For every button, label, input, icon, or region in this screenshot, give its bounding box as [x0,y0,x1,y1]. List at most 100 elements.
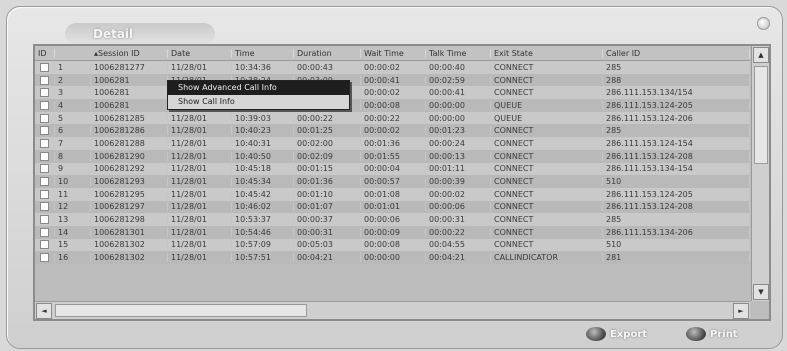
cell-talk-time: 00:04:21 [426,253,491,263]
cell-wait-time: 00:01:08 [361,189,426,199]
scroll-right-button[interactable]: ► [733,303,749,319]
scroll-up-button[interactable]: ▲ [753,47,769,63]
checkbox-icon[interactable] [40,253,49,263]
cell-id: 6 [55,126,91,136]
column-header-id[interactable]: ID [35,48,55,58]
table-row[interactable]: 5 1006281285 11/28/01 10:39:03 00:00:22 00:00… [35,111,750,125]
table-row[interactable]: 16 1006281302 11/28/01 10:57:51 00:04:21 00:0… [35,251,750,264]
scroll-left-button[interactable]: ◄ [36,303,52,319]
horizontal-scroll-thumb[interactable] [55,304,307,317]
column-header-exit-state[interactable]: Exit State [491,48,603,58]
checkbox-icon[interactable] [40,164,49,174]
row-select-checkbox[interactable] [35,202,55,212]
checkbox-icon[interactable] [40,126,49,136]
row-select-checkbox[interactable] [35,253,55,263]
row-select-checkbox[interactable] [35,177,55,187]
cell-caller-id: 281 [603,253,750,263]
row-select-checkbox[interactable] [35,215,55,225]
print-button[interactable]: Print [686,325,738,343]
cell-exit-state: CONNECT [491,151,603,161]
cell-talk-time: 00:00:13 [426,151,491,161]
row-select-checkbox[interactable] [35,227,55,237]
cell-date: 11/28/01 [168,215,232,225]
checkbox-icon[interactable] [40,75,49,85]
cell-session-id: 1006281288 [91,138,168,148]
cell-exit-state: CONNECT [491,164,603,174]
table-row[interactable]: 15 1006281302 11/28/01 10:57:09 00:05:03 00:0… [35,238,750,252]
row-select-checkbox[interactable] [35,113,55,123]
vertical-scrollbar[interactable]: ▲ ▼ [751,46,769,301]
menu-item-show-call-info[interactable]: Show Call Info [168,95,349,109]
checkbox-icon[interactable] [40,113,49,123]
cell-wait-time: 00:00:08 [361,100,426,110]
cell-talk-time: 00:02:59 [426,75,491,85]
cell-time: 10:53:37 [232,215,294,225]
column-header-talk-time[interactable]: Talk Time [426,48,491,58]
vertical-scroll-thumb[interactable] [754,66,768,164]
row-select-checkbox[interactable] [35,189,55,199]
table-row[interactable]: 6 1006281286 11/28/01 10:40:23 00:01:25 00:00… [35,124,750,138]
cell-time: 10:54:46 [232,227,294,237]
export-button[interactable]: Export [586,325,647,343]
column-header-duration[interactable]: Duration [294,48,361,58]
table-row[interactable]: 10 1006281293 11/28/01 10:45:34 00:01:36 00:0… [35,175,750,188]
table-row[interactable]: 3100628111/28/0110:38:2400:00:5300:00:02… [35,86,750,100]
cell-date: 11/28/01 [168,113,232,123]
checkbox-icon[interactable] [40,240,49,250]
table-row[interactable]: 13 1006281298 11/28/01 10:53:37 00:00:37 00:0… [35,213,750,226]
cell-talk-time: 00:01:11 [426,164,491,174]
checkbox-icon[interactable] [40,189,49,199]
row-select-checkbox[interactable] [35,100,55,110]
cell-id: 3 [55,88,91,98]
checkbox-icon[interactable] [40,202,49,212]
checkbox-icon[interactable] [40,151,49,161]
row-select-checkbox[interactable] [35,151,55,161]
column-header-caller-id[interactable]: Caller ID [603,48,750,58]
cell-caller-id: 285 [603,62,750,72]
checkbox-icon[interactable] [40,100,49,110]
table-row[interactable]: 1 1006281277 11/28/01 10:34:36 00:00:43 00:00… [35,61,750,74]
table-row[interactable]: 4100628111/28/0110:38:2400:00:0800:00:08… [35,99,750,112]
checkbox-icon[interactable] [40,138,49,148]
row-select-checkbox[interactable] [35,62,55,72]
cell-exit-state: CONNECT [491,126,603,136]
table-row[interactable]: 8 1006281290 11/28/01 10:40:50 00:02:09 00:01… [35,149,750,163]
cell-session-id: 1006281298 [91,215,168,225]
grid-viewport: ID ▴Session ID Date Time Duration Wait T… [35,46,750,301]
panel-knob-icon[interactable] [757,17,770,30]
table-row[interactable]: 14 1006281301 11/28/01 10:54:46 00:00:31 00:0… [35,225,750,239]
row-select-checkbox[interactable] [35,75,55,85]
cell-wait-time: 00:00:08 [361,240,426,250]
table-row[interactable]: 12 1006281297 11/28/01 10:46:02 00:01:07 00:0… [35,200,750,214]
row-select-checkbox[interactable] [35,164,55,174]
horizontal-scrollbar[interactable]: ◄ ► [35,301,750,319]
cell-time: 10:40:31 [232,138,294,148]
row-select-checkbox[interactable] [35,138,55,148]
scroll-down-button[interactable]: ▼ [753,284,769,300]
row-select-checkbox[interactable] [35,126,55,136]
table-row[interactable]: 7 1006281288 11/28/01 10:40:31 00:02:00 00:01… [35,137,750,150]
checkbox-icon[interactable] [40,88,49,98]
column-header-time[interactable]: Time [232,48,294,58]
table-row[interactable]: 11 1006281295 11/28/01 10:45:42 00:01:10 00:0… [35,187,750,201]
cell-wait-time: 00:00:04 [361,164,426,174]
cell-id: 10 [55,177,91,187]
column-header-wait-time[interactable]: Wait Time [361,48,426,58]
checkbox-icon[interactable] [40,215,49,225]
menu-item-show-advanced-call-info[interactable]: Show Advanced Call Info [168,81,349,95]
cell-talk-time: 00:00:00 [426,100,491,110]
cell-exit-state: CONNECT [491,227,603,237]
checkbox-icon[interactable] [40,177,49,187]
table-row[interactable]: 9 1006281292 11/28/01 10:45:18 00:01:15 00:00… [35,162,750,176]
cell-talk-time: 00:00:31 [426,215,491,225]
table-row[interactable]: 2100628111/28/0110:38:2400:03:0900:00:41… [35,73,750,87]
row-select-checkbox[interactable] [35,240,55,250]
cell-session-id: 1006281302 [91,240,168,250]
column-header-session-id[interactable]: ▴Session ID [91,48,168,58]
call-detail-grid: ID ▴Session ID Date Time Duration Wait T… [33,44,771,321]
column-header-date[interactable]: Date [168,48,232,58]
checkbox-icon[interactable] [40,62,49,72]
checkbox-icon[interactable] [40,227,49,237]
row-select-checkbox[interactable] [35,88,55,98]
cell-caller-id: 288 [603,75,750,85]
